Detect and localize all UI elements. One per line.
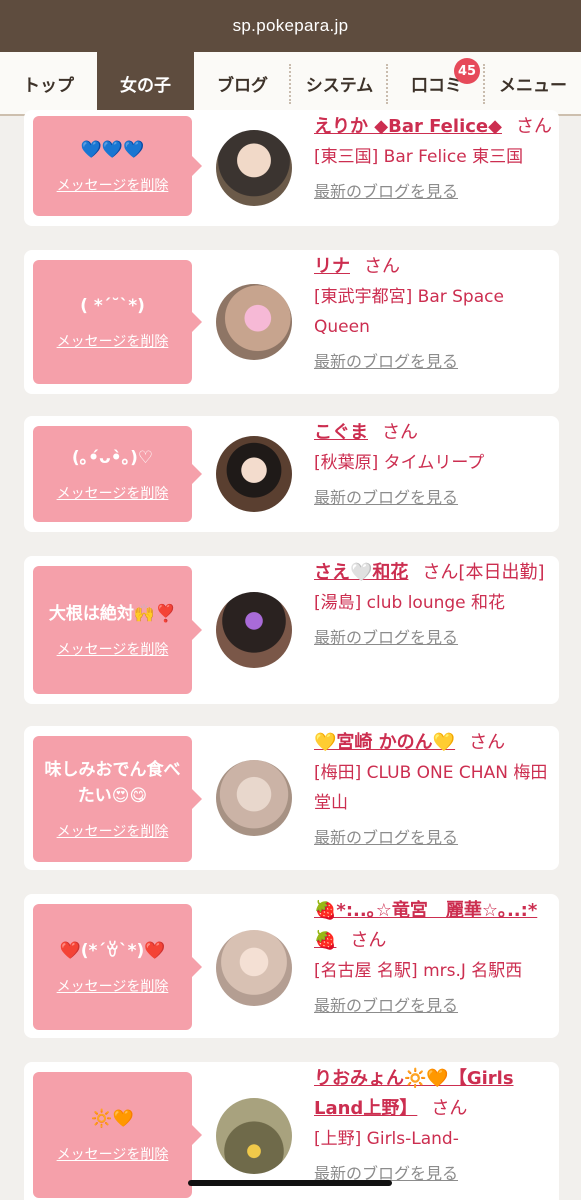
honorific: さん (431, 1098, 468, 1119)
tab-blog[interactable]: ブログ (194, 52, 291, 114)
honorific: さん (515, 116, 552, 137)
message-bubble: ❤️(*´ꈊ`*)❤️ メッセージを削除 (33, 904, 202, 1030)
latest-blog-link[interactable]: 最新のブログを見る (314, 342, 554, 382)
home-indicator[interactable] (188, 1180, 392, 1186)
delete-message-link[interactable]: メッセージを削除 (57, 175, 169, 195)
url-text: sp.pokepara.jp (232, 16, 349, 35)
list-item: 大根は絶対🙌❣️ メッセージを削除 さえ🤍和花 さん[本日出勤] [湯島] clu… (24, 556, 559, 704)
latest-blog-link[interactable]: 最新のブログを見る (314, 1154, 554, 1194)
avatar[interactable] (216, 284, 292, 360)
latest-blog-link[interactable]: 最新のブログを見る (314, 618, 554, 658)
avatar[interactable] (216, 760, 292, 836)
shop-name: [湯島] club lounge 和花 (314, 593, 506, 613)
avatar[interactable] (216, 130, 292, 206)
honorific: さん (350, 930, 387, 951)
list-item: 味しみおでん食べたい😍😋 メッセージを削除 💛宮崎 かのん💛 さん [梅田] CL… (24, 726, 559, 870)
avatar[interactable] (216, 1098, 292, 1174)
tab-top[interactable]: トップ (0, 52, 97, 114)
tab-top-label: トップ (23, 75, 74, 96)
message-bubble: 🔆🧡 メッセージを削除 (33, 1072, 202, 1198)
girl-info: えりか ◆Bar Felice◆ さん [東三国] Bar Felice 東三国 … (314, 112, 554, 212)
girl-name-link[interactable]: リナ (314, 256, 350, 277)
main-nav: トップ 女の子 ブログ システム 口コミ 45 メニュー (0, 52, 581, 116)
girl-info: さえ🤍和花 さん[本日出勤] [湯島] club lounge 和花 最新のブログ… (314, 558, 554, 658)
girl-info: 💛宮崎 かのん💛 さん [梅田] CLUB ONE CHAN 梅田堂山 最新のブロ… (314, 728, 554, 858)
reviews-count-badge: 45 (454, 58, 480, 84)
tab-menu[interactable]: メニュー (485, 52, 581, 114)
delete-message-link[interactable]: メッセージを削除 (57, 976, 169, 996)
message-text: 💙💙💙 (80, 140, 145, 160)
honorific: さん (382, 422, 418, 443)
girl-info: りおみょん🔆🧡【Girls Land上野】 さん [上野] Girls-Land-… (314, 1064, 554, 1194)
shop-name: [梅田] CLUB ONE CHAN 梅田堂山 (314, 763, 548, 813)
list-item: (｡•́ᴗ•̀｡)♡ メッセージを削除 こぐま さん [秋葉原] タイムリープ 最… (24, 416, 559, 532)
girl-name-link[interactable]: りおみょん🔆🧡【Girls Land上野】 (314, 1068, 514, 1119)
shop-name: [東武宇都宮] Bar Space Queen (314, 287, 504, 337)
tab-girls[interactable]: 女の子 (97, 52, 194, 114)
message-bubble: 💙💙💙 メッセージを削除 (33, 116, 202, 216)
tab-system-label: システム (305, 75, 374, 96)
latest-blog-link[interactable]: 最新のブログを見る (314, 986, 554, 1026)
avatar[interactable] (216, 436, 292, 512)
tab-system[interactable]: システム (291, 52, 388, 114)
honorific: さん[本日出勤] (422, 562, 545, 583)
honorific: さん (469, 732, 506, 753)
shop-name: [東三国] Bar Felice 東三国 (314, 147, 524, 167)
delete-message-link[interactable]: メッセージを削除 (57, 331, 169, 351)
latest-blog-link[interactable]: 最新のブログを見る (314, 478, 554, 518)
list-item: ( *´˘`*) メッセージを削除 リナ さん [東武宇都宮] Bar Space… (24, 250, 559, 394)
girl-name-link[interactable]: えりか ◆Bar Felice◆ (314, 116, 502, 137)
delete-message-link[interactable]: メッセージを削除 (57, 1144, 169, 1164)
delete-message-link[interactable]: メッセージを削除 (57, 821, 169, 841)
message-text: ( *´˘`*) (80, 296, 145, 316)
message-bubble: (｡•́ᴗ•̀｡)♡ メッセージを削除 (33, 426, 202, 522)
message-bubble: ( *´˘`*) メッセージを削除 (33, 260, 202, 384)
latest-blog-link[interactable]: 最新のブログを見る (314, 172, 554, 212)
tab-reviews[interactable]: 口コミ 45 (388, 52, 485, 114)
girl-info: 🍓*:..｡☆竜宮 麗華☆｡..:*🍓 さん [名古屋 名駅] mrs.J 名駅西… (314, 896, 554, 1026)
delete-message-link[interactable]: メッセージを削除 (57, 639, 169, 659)
message-bubble: 大根は絶対🙌❣️ メッセージを削除 (33, 566, 202, 694)
tab-menu-label: メニュー (499, 75, 567, 96)
shop-name: [上野] Girls-Land- (314, 1129, 459, 1149)
message-bubble: 味しみおでん食べたい😍😋 メッセージを削除 (33, 736, 202, 862)
tab-blog-label: ブログ (217, 75, 268, 96)
girl-name-link[interactable]: さえ🤍和花 (314, 562, 408, 583)
list-item: ❤️(*´ꈊ`*)❤️ メッセージを削除 🍓*:..｡☆竜宮 麗華☆｡..:*🍓… (24, 894, 559, 1038)
message-text: 味しみおでん食べたい😍😋 (44, 760, 181, 806)
message-text: (｡•́ᴗ•̀｡)♡ (71, 448, 154, 468)
message-text: 🔆🧡 (91, 1109, 134, 1129)
honorific: さん (364, 256, 400, 277)
shop-name: [秋葉原] タイムリープ (314, 453, 485, 473)
avatar[interactable] (216, 930, 292, 1006)
girl-name-link[interactable]: 🍓*:..｡☆竜宮 麗華☆｡..:*🍓 (314, 900, 537, 951)
girl-name-link[interactable]: こぐま (314, 422, 368, 443)
girl-info: リナ さん [東武宇都宮] Bar Space Queen 最新のブログを見る (314, 252, 554, 382)
message-text: ❤️(*´ꈊ`*)❤️ (59, 941, 166, 961)
message-text: 大根は絶対🙌❣️ (48, 604, 177, 624)
girl-name-link[interactable]: 💛宮崎 かのん💛 (314, 732, 455, 753)
shop-name: [名古屋 名駅] mrs.J 名駅西 (314, 961, 523, 981)
list-item: 💙💙💙 メッセージを削除 えりか ◆Bar Felice◆ さん [東三国] Ba… (24, 110, 559, 226)
avatar[interactable] (216, 592, 292, 668)
browser-url-bar[interactable]: sp.pokepara.jp (0, 0, 581, 52)
latest-blog-link[interactable]: 最新のブログを見る (314, 818, 554, 858)
girl-info: こぐま さん [秋葉原] タイムリープ 最新のブログを見る (314, 418, 554, 518)
tab-girls-label: 女の子 (120, 75, 171, 96)
delete-message-link[interactable]: メッセージを削除 (57, 483, 169, 503)
